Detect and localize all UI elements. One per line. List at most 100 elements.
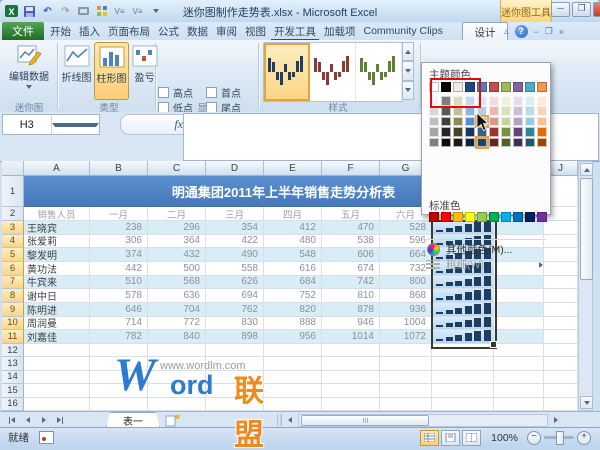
header-cell-销售人员[interactable]: 销售人员: [24, 207, 90, 221]
theme-color-variant-swatch[interactable]: [525, 106, 535, 116]
empty-cell[interactable]: [432, 398, 494, 411]
cell-value[interactable]: 480: [264, 235, 322, 249]
standard-color-swatch[interactable]: [501, 212, 511, 222]
standard-color-swatch[interactable]: [429, 212, 439, 222]
standard-color-swatch[interactable]: [441, 212, 451, 222]
column-header-D[interactable]: D: [206, 161, 264, 176]
row-header-11[interactable]: 11: [2, 330, 24, 344]
column-header-C[interactable]: C: [148, 161, 206, 176]
hscroll-right-icon[interactable]: [548, 414, 564, 427]
empty-cell[interactable]: [544, 398, 578, 411]
row-header-12[interactable]: 12: [2, 344, 24, 357]
cell-I[interactable]: [494, 330, 544, 344]
macro-record-icon[interactable]: [39, 431, 54, 444]
cell-value[interactable]: 432: [148, 248, 206, 262]
empty-cell[interactable]: [322, 344, 380, 357]
tab-视图[interactable]: 视图: [241, 22, 270, 40]
cell-value[interactable]: 510: [90, 276, 148, 290]
cell-value[interactable]: 422: [206, 235, 264, 249]
theme-color-variant-swatch[interactable]: [429, 117, 439, 127]
vertical-scrollbar[interactable]: [578, 161, 593, 411]
empty-cell[interactable]: [24, 398, 90, 411]
tab-design[interactable]: 设计: [462, 22, 508, 41]
empty-cell[interactable]: [494, 371, 544, 384]
zoom-out-icon[interactable]: −: [527, 431, 541, 445]
cell-value[interactable]: 878: [322, 303, 380, 317]
cell-J[interactable]: [544, 303, 578, 317]
cell-name[interactable]: 牛宾来: [24, 276, 90, 290]
cell-value[interactable]: 1014: [322, 330, 380, 344]
cell-value[interactable]: 820: [264, 303, 322, 317]
theme-color-variant-swatch[interactable]: [465, 117, 475, 127]
cell-value[interactable]: 936: [380, 303, 432, 317]
theme-color-variant-swatch[interactable]: [525, 117, 535, 127]
selected-color-swatch[interactable]: [477, 138, 487, 148]
cell-value[interactable]: 762: [206, 303, 264, 317]
standard-color-swatch[interactable]: [489, 212, 499, 222]
theme-color-variant-swatch[interactable]: [489, 106, 499, 116]
cell-name[interactable]: 谢中日: [24, 289, 90, 303]
row-header-15[interactable]: 15: [2, 384, 24, 397]
empty-cell[interactable]: [380, 371, 432, 384]
standard-color-swatch[interactable]: [513, 212, 523, 222]
cell-value[interactable]: 714: [90, 317, 148, 331]
theme-color-variant-swatch[interactable]: [525, 138, 535, 148]
row-header-1[interactable]: 1: [2, 176, 24, 207]
cell-value[interactable]: 636: [148, 289, 206, 303]
cell-value[interactable]: 946: [322, 317, 380, 331]
theme-color-variant-swatch[interactable]: [537, 96, 547, 106]
maximize-button[interactable]: ❐: [572, 2, 591, 17]
cell-I[interactable]: [494, 303, 544, 317]
save-icon[interactable]: [22, 4, 37, 18]
empty-cell[interactable]: [264, 384, 322, 397]
column-header-F[interactable]: F: [322, 161, 380, 176]
cell-value[interactable]: 752: [264, 289, 322, 303]
theme-color-variant-swatch[interactable]: [525, 127, 535, 137]
cell-value[interactable]: 528: [380, 221, 432, 235]
empty-cell[interactable]: [432, 357, 494, 370]
last-sheet-icon[interactable]: [52, 414, 68, 427]
theme-color-variant-swatch[interactable]: [513, 106, 523, 116]
style-gallery-item[interactable]: [264, 43, 310, 101]
hscroll-left-icon[interactable]: [282, 414, 298, 427]
theme-color-variant-swatch[interactable]: [489, 138, 499, 148]
cell-value[interactable]: 500: [148, 262, 206, 276]
cell-J[interactable]: [544, 248, 578, 262]
empty-cell[interactable]: [380, 384, 432, 397]
prev-sheet-icon[interactable]: [20, 414, 36, 427]
empty-cell[interactable]: [264, 357, 322, 370]
row-header-4[interactable]: 4: [2, 235, 24, 249]
empty-cell[interactable]: [322, 371, 380, 384]
cell-J[interactable]: [544, 317, 578, 331]
row-header-16[interactable]: 16: [2, 398, 24, 411]
cell-value[interactable]: 354: [206, 221, 264, 235]
fill-handle[interactable]: [490, 341, 497, 348]
cell-value[interactable]: 616: [264, 262, 322, 276]
empty-cell[interactable]: [494, 344, 544, 357]
checkbox-首点[interactable]: 首点: [206, 85, 241, 100]
theme-color-variant-swatch[interactable]: [465, 127, 475, 137]
screenshot-icon[interactable]: [76, 4, 91, 18]
empty-cell[interactable]: [544, 357, 578, 370]
type-column-button[interactable]: 柱形图: [94, 42, 129, 100]
empty-cell[interactable]: [24, 371, 90, 384]
theme-color-variant-swatch[interactable]: [501, 127, 511, 137]
empty-cell[interactable]: [264, 398, 322, 411]
empty-cell[interactable]: [24, 384, 90, 397]
edit-data-button[interactable]: 编辑数据: [3, 42, 55, 98]
theme-color-variant-swatch[interactable]: [537, 127, 547, 137]
empty-cell[interactable]: [494, 384, 544, 397]
empty-cell[interactable]: [380, 357, 432, 370]
select-all-corner[interactable]: [2, 161, 24, 176]
theme-color-variant-swatch[interactable]: [453, 117, 463, 127]
horizontal-scrollbar[interactable]: [298, 414, 548, 427]
gallery-more-icon[interactable]: [402, 81, 414, 100]
theme-color-variant-swatch[interactable]: [537, 117, 547, 127]
column-header-E[interactable]: E: [264, 161, 322, 176]
type-line-button[interactable]: 折线图: [60, 42, 93, 98]
cell-I[interactable]: [494, 317, 544, 331]
empty-cell[interactable]: [494, 357, 544, 370]
cell-value[interactable]: 364: [148, 235, 206, 249]
tab-页面布局[interactable]: 页面布局: [104, 22, 154, 40]
tab-Community Clips[interactable]: Community Clips: [360, 22, 447, 40]
